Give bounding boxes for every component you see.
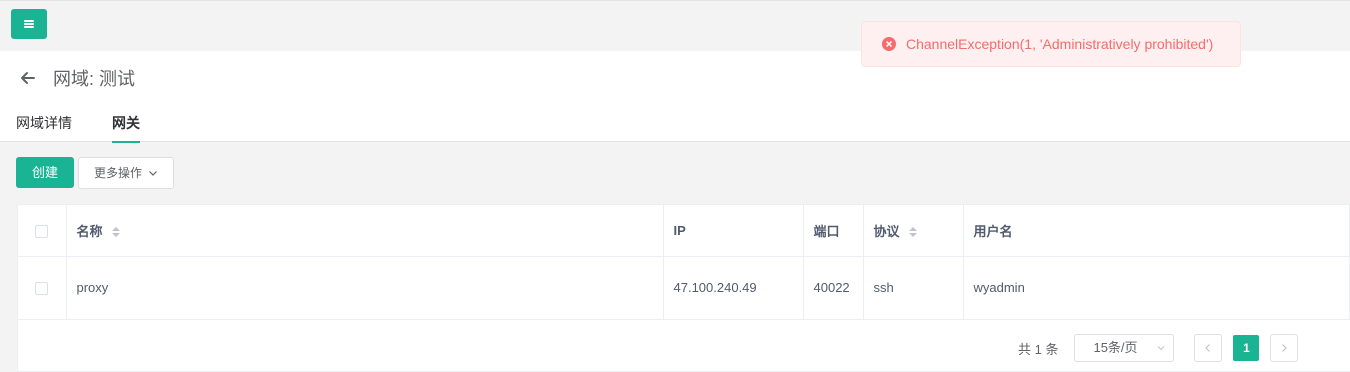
table-header-row: 名称 IP 端口 协议 用户名 <box>18 205 1350 257</box>
tab-bar: 网域详情 网关 <box>16 114 180 143</box>
hamburger-icon <box>24 20 34 28</box>
error-toast: ChannelException(1, 'Administratively pr… <box>861 21 1241 67</box>
more-actions-label: 更多操作 <box>94 166 143 180</box>
column-header-protocol: 协议 <box>863 205 964 257</box>
toolbar: 创建 更多操作 <box>16 157 175 189</box>
column-header-username: 用户名 <box>963 205 1350 257</box>
cell-ip: 47.100.240.49 <box>663 256 804 320</box>
page-size-select[interactable]: 15条/页 <box>1074 334 1175 362</box>
tab-domain-details[interactable]: 网域详情 <box>16 114 72 142</box>
cell-protocol: ssh <box>863 256 964 320</box>
chevron-right-icon <box>1282 344 1288 352</box>
sort-icon[interactable] <box>112 227 121 238</box>
chevron-left-icon <box>1205 344 1211 352</box>
row-checkbox[interactable] <box>35 282 49 296</box>
back-arrow-icon[interactable] <box>18 68 38 88</box>
menu-toggle-button[interactable] <box>11 9 47 39</box>
chevron-down-icon <box>1158 346 1165 351</box>
column-label-name: 名称 <box>76 223 103 239</box>
error-message: ChannelException(1, 'Administratively pr… <box>906 36 1214 52</box>
error-icon <box>882 37 896 51</box>
total-count: 共 1 条 <box>1018 341 1059 357</box>
tab-gateway[interactable]: 网关 <box>112 114 140 143</box>
table-row: proxy 47.100.240.49 40022 ssh wyadmin <box>18 256 1350 320</box>
more-actions-button[interactable]: 更多操作 <box>78 157 175 189</box>
next-page-button[interactable] <box>1270 334 1299 362</box>
column-header-name: 名称 <box>66 205 664 257</box>
create-button[interactable]: 创建 <box>16 157 75 188</box>
cell-port: 40022 <box>803 256 864 320</box>
pagination: 共 1 条 15条/页 1 <box>1018 334 1299 362</box>
column-header-port: 端口 <box>803 205 864 257</box>
page-number-current[interactable]: 1 <box>1233 335 1260 361</box>
page-size-value: 15条/页 <box>1093 340 1138 355</box>
select-all-cell <box>18 205 67 257</box>
column-label-protocol: 协议 <box>873 223 900 239</box>
select-all-checkbox[interactable] <box>35 224 49 238</box>
chevron-down-icon <box>149 171 157 176</box>
column-header-ip: IP <box>663 205 804 257</box>
prev-page-button[interactable] <box>1194 334 1223 362</box>
cell-name[interactable]: proxy <box>66 256 664 320</box>
page-title: 网域: 测试 <box>53 69 136 89</box>
sort-icon[interactable] <box>909 227 918 238</box>
row-select-cell <box>18 256 67 320</box>
cell-username: wyadmin <box>963 256 1350 320</box>
